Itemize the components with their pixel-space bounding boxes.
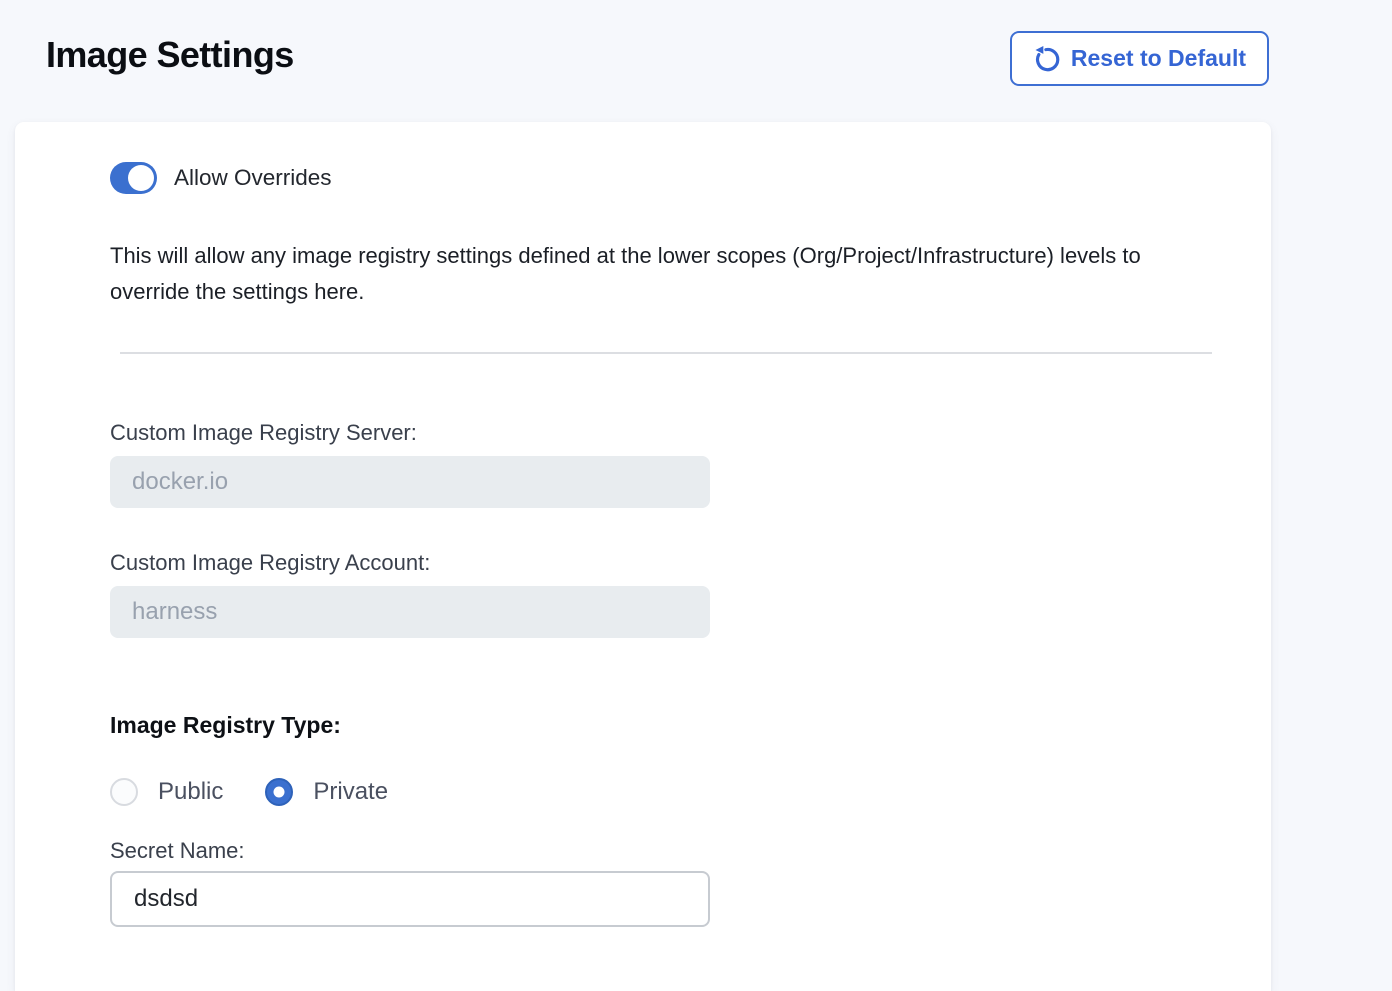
registry-account-field: Custom Image Registry Account: bbox=[110, 550, 1271, 638]
radio-public-label: Public bbox=[158, 778, 223, 806]
registry-server-input bbox=[110, 456, 710, 508]
toggle-knob bbox=[128, 165, 154, 191]
registry-server-field: Custom Image Registry Server: bbox=[110, 420, 1271, 508]
reset-button-label: Reset to Default bbox=[1071, 45, 1246, 72]
allow-overrides-row: Allow Overrides bbox=[110, 162, 1271, 194]
registry-type-radio-group: Public Private bbox=[110, 778, 1271, 806]
page-title: Image Settings bbox=[46, 34, 294, 76]
image-settings-page: Image Settings Reset to Default Allow Ov… bbox=[0, 0, 1392, 991]
registry-server-label: Custom Image Registry Server: bbox=[110, 420, 1271, 446]
registry-type-label: Image Registry Type: bbox=[110, 712, 1271, 738]
registry-type-field: Image Registry Type: Public Private bbox=[110, 712, 1271, 806]
radio-private-label: Private bbox=[313, 778, 388, 806]
section-divider bbox=[120, 352, 1212, 354]
radio-option-private[interactable]: Private bbox=[265, 778, 388, 806]
radio-option-public[interactable]: Public bbox=[110, 778, 223, 806]
allow-overrides-label: Allow Overrides bbox=[174, 165, 332, 191]
allow-overrides-toggle[interactable] bbox=[110, 162, 157, 194]
secret-name-label: Secret Name: bbox=[110, 838, 1271, 864]
secret-name-input[interactable] bbox=[110, 871, 710, 927]
reset-to-default-button[interactable]: Reset to Default bbox=[1010, 31, 1269, 86]
radio-private-circle[interactable] bbox=[265, 778, 293, 806]
radio-public-circle[interactable] bbox=[110, 778, 138, 806]
secret-name-field: Secret Name: bbox=[110, 838, 1271, 927]
registry-account-label: Custom Image Registry Account: bbox=[110, 550, 1271, 576]
settings-card: Allow Overrides This will allow any imag… bbox=[15, 122, 1271, 991]
overrides-description: This will allow any image registry setti… bbox=[110, 238, 1225, 310]
reset-icon bbox=[1033, 45, 1060, 72]
registry-account-input bbox=[110, 586, 710, 638]
